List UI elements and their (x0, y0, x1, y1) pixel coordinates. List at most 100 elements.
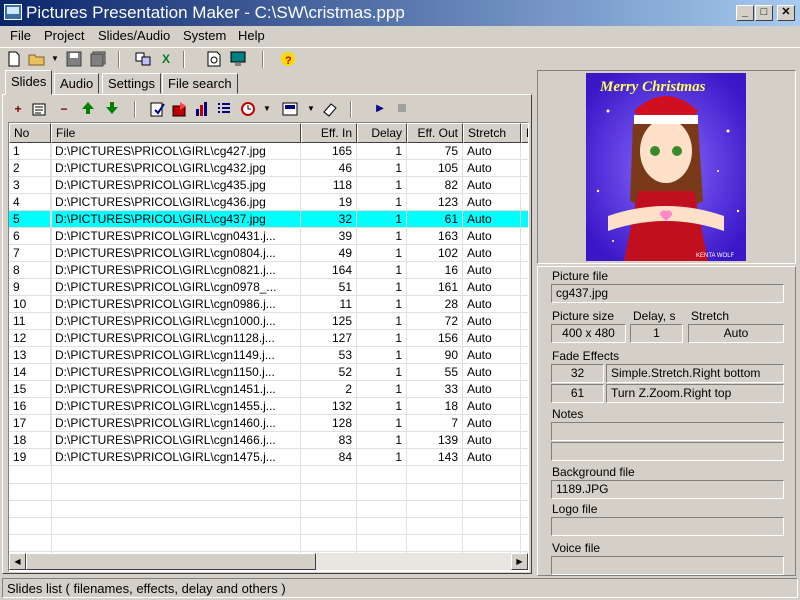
table-row-selected[interactable]: 5 D:\PICTURES\PRICOL\GIRL\cg437.jpg 32 1 61 A… (9, 211, 528, 228)
table-row[interactable]: 19 D:\PICTURES\PRICOL\GIRL\cgn1475.j... 84… (9, 449, 528, 466)
scroll-right-icon[interactable]: ▶ (511, 553, 528, 570)
table-row[interactable]: 16 D:\PICTURES\PRICOL\GIRL\cgn1455.j... 13… (9, 398, 528, 415)
picture-dropdown-icon[interactable]: ▼ (306, 101, 316, 117)
excel-icon[interactable]: X (158, 51, 174, 67)
table-row[interactable]: 6 D:\PICTURES\PRICOL\GIRL\cgn0431.j... 39 1… (9, 228, 528, 245)
logo-file-label: Logo file (552, 502, 598, 516)
table-row[interactable]: 18 D:\PICTURES\PRICOL\GIRL\cgn1466.j... 83… (9, 432, 528, 449)
cell-no: 14 (9, 364, 51, 381)
cell-delay: 1 (357, 279, 407, 296)
tab-file-search[interactable]: File search (162, 73, 238, 94)
clock-dropdown-icon[interactable]: ▼ (262, 101, 272, 117)
table-row[interactable]: 17 D:\PICTURES\PRICOL\GIRL\cgn1460.j... 12… (9, 415, 528, 432)
table-row[interactable]: 8 D:\PICTURES\PRICOL\GIRL\cgn0821.j... 164… (9, 262, 528, 279)
fade-in-value[interactable]: 32 (551, 364, 604, 383)
move-down-icon[interactable] (104, 101, 120, 117)
notes-field-line-1[interactable] (551, 422, 784, 441)
open-icon[interactable] (28, 51, 45, 67)
fade-in-effect[interactable]: Simple.Stretch.Right bottom (606, 364, 784, 383)
cut-icon[interactable] (135, 51, 151, 67)
cell-eff-out: 61 (407, 211, 463, 228)
cell-eff-in: 11 (301, 296, 357, 313)
remove-icon[interactable]: − (56, 101, 72, 117)
tab-settings[interactable]: Settings (102, 73, 161, 94)
delay-field[interactable]: 1 (630, 324, 683, 343)
monitor-icon[interactable] (230, 51, 246, 67)
save-all-icon[interactable] (90, 51, 106, 67)
close-button[interactable]: ✕ (777, 5, 795, 21)
toolbar-separator (134, 101, 136, 118)
svg-text:?: ? (285, 55, 292, 67)
picture-file-field[interactable]: cg437.jpg (551, 284, 784, 303)
open-dropdown-icon[interactable]: ▼ (50, 51, 60, 67)
fade-out-value[interactable]: 61 (551, 384, 604, 403)
notes-label: Notes (552, 407, 584, 421)
stretch-field[interactable]: Auto (688, 324, 784, 343)
column-header-no[interactable]: No (9, 123, 51, 143)
grid-line (51, 143, 52, 553)
title-bar[interactable]: Pictures Presentation Maker - C:\SW\cris… (0, 0, 800, 26)
chart-icon[interactable] (194, 101, 210, 117)
voice-file-field[interactable] (551, 556, 784, 575)
cell-delay: 1 (357, 194, 407, 211)
stop-icon[interactable] (394, 101, 410, 117)
cell-stretch: Auto (463, 228, 521, 245)
eraser-icon[interactable] (322, 101, 338, 117)
export-icon[interactable] (172, 101, 188, 117)
maximize-button[interactable]: □ (755, 5, 773, 21)
fade-out-effect[interactable]: Turn Z.Zoom.Right top (606, 384, 784, 403)
cell-file: D:\PICTURES\PRICOL\GIRL\cgn0986.j... (51, 296, 301, 313)
column-header-n[interactable]: N (521, 123, 528, 143)
horizontal-scrollbar[interactable]: ◀ ▶ (9, 553, 528, 570)
table-row[interactable]: 9 D:\PICTURES\PRICOL\GIRL\cgn0978_... 51 1 1… (9, 279, 528, 296)
picture-icon[interactable] (282, 101, 298, 117)
table-row[interactable]: 10 D:\PICTURES\PRICOL\GIRL\cgn0986.j... 11… (9, 296, 528, 313)
logo-file-field[interactable] (551, 517, 784, 536)
column-header-delay[interactable]: Delay (357, 123, 407, 143)
menu-help[interactable]: Help (238, 28, 265, 43)
new-icon[interactable] (6, 51, 22, 67)
table-row[interactable]: 7 D:\PICTURES\PRICOL\GIRL\cgn0804.j... 49 1… (9, 245, 528, 262)
table-row[interactable]: 15 D:\PICTURES\PRICOL\GIRL\cgn1451.j... 2 1… (9, 381, 528, 398)
minimize-button[interactable]: _ (736, 5, 754, 21)
slides-table[interactable]: No File Eff. In Delay Eff. Out Stretch N… (8, 122, 529, 572)
column-header-eff-in[interactable]: Eff. In (301, 123, 357, 143)
add-icon[interactable]: + (10, 101, 26, 117)
properties-icon[interactable] (32, 101, 48, 117)
cell-delay: 1 (357, 143, 407, 160)
move-up-icon[interactable] (80, 101, 96, 117)
save-icon[interactable] (66, 51, 82, 67)
table-row[interactable]: 2 D:\PICTURES\PRICOL\GIRL\cg432.jpg 46 1 105… (9, 160, 528, 177)
table-row[interactable]: 11 D:\PICTURES\PRICOL\GIRL\cgn1000.j... 12… (9, 313, 528, 330)
preview-icon[interactable] (206, 51, 222, 67)
menu-system[interactable]: System (183, 28, 226, 43)
notes-field-line-2[interactable] (551, 442, 784, 461)
column-header-eff-out[interactable]: Eff. Out (407, 123, 463, 143)
menu-slides-audio[interactable]: Slides/Audio (98, 28, 170, 43)
column-header-file[interactable]: File (51, 123, 301, 143)
status-bar: Slides list ( filenames, effects, delay … (2, 578, 798, 598)
table-row[interactable]: 12 D:\PICTURES\PRICOL\GIRL\cgn1128.j... 12… (9, 330, 528, 347)
clock-icon[interactable] (240, 101, 256, 117)
menu-project[interactable]: Project (44, 28, 84, 43)
cell-n (521, 381, 528, 398)
table-row[interactable]: 1 D:\PICTURES\PRICOL\GIRL\cg427.jpg 165 1 75… (9, 143, 528, 160)
list-icon[interactable] (216, 101, 232, 117)
picture-size-field[interactable]: 400 x 480 (551, 324, 626, 343)
table-row[interactable]: 14 D:\PICTURES\PRICOL\GIRL\cgn1150.j... 52… (9, 364, 528, 381)
tab-audio[interactable]: Audio (54, 73, 100, 94)
scroll-left-icon[interactable]: ◀ (9, 553, 26, 570)
menu-file[interactable]: File (10, 28, 31, 43)
scroll-thumb[interactable] (26, 553, 316, 570)
tab-slides[interactable]: Slides (5, 70, 53, 95)
table-row[interactable]: 13 D:\PICTURES\PRICOL\GIRL\cgn1149.j... 53… (9, 347, 528, 364)
table-row[interactable]: 3 D:\PICTURES\PRICOL\GIRL\cg435.jpg 118 1 82… (9, 177, 528, 194)
background-file-field[interactable]: 1189.JPG (551, 480, 784, 499)
column-header-stretch[interactable]: Stretch (463, 123, 521, 143)
play-icon[interactable]: ▶ (372, 101, 388, 117)
cell-n (521, 262, 528, 279)
edit-icon[interactable] (150, 101, 166, 117)
help-icon[interactable]: ? (280, 51, 296, 67)
cell-stretch: Auto (463, 143, 521, 160)
table-row[interactable]: 4 D:\PICTURES\PRICOL\GIRL\cg436.jpg 19 1 123… (9, 194, 528, 211)
